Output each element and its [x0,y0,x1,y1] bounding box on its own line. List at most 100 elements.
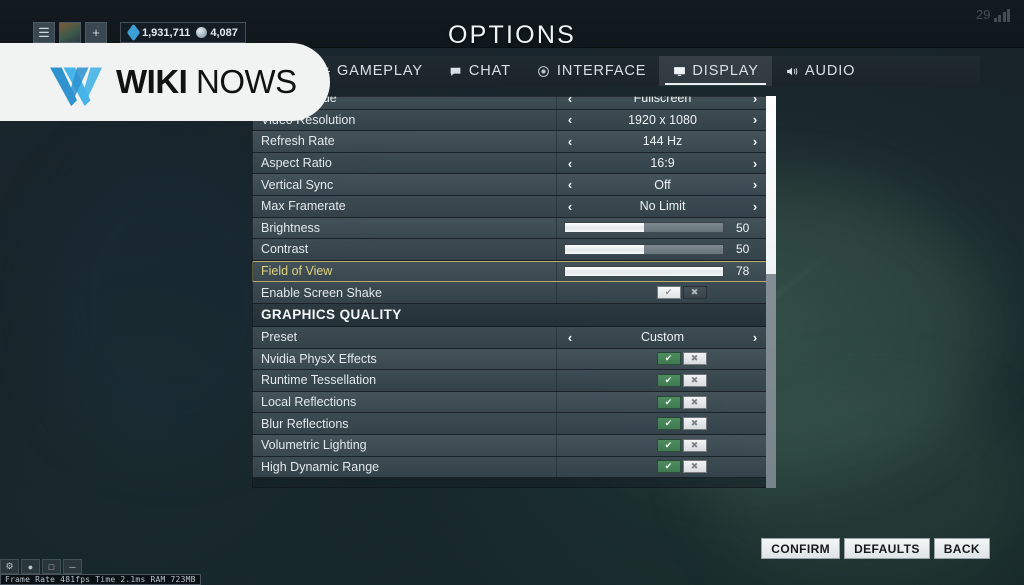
toggle-on-button[interactable]: ✔ [656,286,681,300]
tab-chat[interactable]: CHAT [436,56,524,86]
toggle-off-button[interactable]: ✖ [682,460,707,474]
minus-icon[interactable]: ─ [63,559,82,574]
scrollbar-thumb[interactable] [766,96,776,274]
tab-label: GAMEPLAY [337,63,423,79]
tab-interface[interactable]: INTERFACE [524,56,659,86]
back-button[interactable]: BACK [933,538,990,559]
slider-control: 50 [557,239,768,260]
setting-row[interactable]: Field of View 78 [252,260,768,283]
defaults-button[interactable]: DEFAULTS [844,538,930,559]
toggle-off-button[interactable]: ✖ [682,438,707,452]
chevron-right-icon[interactable]: › [742,96,768,109]
watermark-text: WIKI NOWS [116,63,297,101]
toggle-off-button[interactable]: ✖ [682,352,707,366]
toggle-on-button[interactable]: ✔ [656,395,681,409]
toggle-button-pair: ✔ ✖ [656,417,707,431]
chevron-left-icon[interactable]: ‹ [557,131,583,152]
setting-row[interactable]: Vertical Sync ‹ Off › [252,174,768,196]
setting-row[interactable]: Local Reflections ✔ ✖ [252,391,768,414]
chevron-left-icon[interactable]: ‹ [557,153,583,174]
setting-row[interactable]: Video Resolution ‹ 1920 x 1080 › [252,109,768,132]
debug-stats-text: Frame Rate 481fps Time 2.1ms RAM 723MB [0,574,201,585]
setting-label: Preset [261,330,298,345]
chevron-left-icon[interactable]: ‹ [557,327,583,348]
setting-row[interactable]: Runtime Tessellation ✔ ✖ [252,370,768,392]
setting-row[interactable]: Contrast 50 [252,239,768,261]
setting-row[interactable]: Brightness 50 [252,217,768,240]
setting-value: 1920 x 1080 [628,112,697,127]
toggle-on-button[interactable]: ✔ [656,460,681,474]
stepper-control: ‹ Fullscreen › [557,96,768,109]
toggle-off-button[interactable]: ✖ [682,286,707,300]
setting-row[interactable]: Nvidia PhysX Effects ✔ ✖ [252,348,768,371]
top-bar: ☰ + 1,931,711 4,087 OPTIONS 29 [0,0,1024,49]
setting-row[interactable]: Enable Screen Shake ✔ ✖ [252,282,768,304]
setting-control: 50 [556,239,768,260]
window-icon[interactable]: □ [42,559,61,574]
stepper-control: ‹ Off › [557,174,768,195]
setting-row[interactable]: Blur Reflections ✔ ✖ [252,413,768,435]
setting-row[interactable]: Refresh Rate ‹ 144 Hz › [252,131,768,153]
settings-section-header: GRAPHICS QUALITY [252,303,768,327]
game-options-screen: ☰ + 1,931,711 4,087 OPTIONS 29 GAMEPLAY … [0,0,1024,585]
setting-control: ‹ Fullscreen › [556,96,768,109]
toggle-on-button[interactable]: ✔ [656,417,681,431]
setting-label: Runtime Tessellation [261,373,377,388]
wiki-nows-watermark: WIKI NOWS [0,43,330,121]
chevron-right-icon[interactable]: › [742,174,768,195]
stepper-control: ‹ 144 Hz › [557,131,768,152]
stepper-control: ‹ 1920 x 1080 › [557,110,768,131]
stepper-control: ‹ Custom › [557,327,768,348]
stepper-control: ‹ No Limit › [557,196,768,217]
toggle-button-pair: ✔ ✖ [656,438,707,452]
toggle-off-button[interactable]: ✖ [682,373,707,387]
chevron-left-icon[interactable]: ‹ [557,96,583,109]
setting-row[interactable]: Volumetric Lighting ✔ ✖ [252,434,768,457]
slider-track[interactable] [564,222,724,234]
network-ping-indicator: 29 [976,7,1010,22]
toggle-control: ✔ ✖ [557,349,768,370]
monitor-icon [672,64,686,78]
toggle-on-button[interactable]: ✔ [656,373,681,387]
toggle-button-pair: ✔ ✖ [656,286,707,300]
tab-audio[interactable]: AUDIO [772,56,868,86]
setting-label: Aspect Ratio [261,156,332,171]
setting-value: Fullscreen [633,96,692,106]
person-icon[interactable]: ● [21,559,40,574]
setting-row[interactable]: Max Framerate ‹ No Limit › [252,195,768,218]
toggle-control: ✔ ✖ [557,457,768,478]
chevron-right-icon[interactable]: › [742,153,768,174]
settings-scrollbar[interactable] [766,96,776,488]
gear-icon[interactable]: ⚙ [0,559,19,574]
chevron-right-icon[interactable]: › [742,196,768,217]
chevron-left-icon[interactable]: ‹ [557,110,583,131]
toggle-off-button[interactable]: ✖ [682,417,707,431]
setting-value: No Limit [639,199,686,214]
chevron-left-icon[interactable]: ‹ [557,196,583,217]
setting-row[interactable]: Preset ‹ Custom › [252,326,768,349]
slider-value: 50 [736,220,750,235]
settings-panel: Display Mode‹Fullscreen›Video Resolution… [252,96,772,488]
setting-value: Custom [640,330,685,345]
tab-label: DISPLAY [692,63,759,79]
setting-row[interactable]: High Dynamic Range ✔ ✖ [252,456,768,479]
setting-label: Enable Screen Shake [261,285,382,300]
slider-track[interactable] [564,243,724,255]
setting-value: Off [654,177,671,192]
toggle-on-button[interactable]: ✔ [656,352,681,366]
debug-icon-bar: ⚙ ● □ ─ [0,559,82,574]
toggle-off-button[interactable]: ✖ [682,395,707,409]
toggle-on-button[interactable]: ✔ [656,438,681,452]
chevron-left-icon[interactable]: ‹ [557,174,583,195]
chevron-right-icon[interactable]: › [742,110,768,131]
setting-row[interactable]: Display Mode‹Fullscreen› [252,96,768,110]
chevron-right-icon[interactable]: › [742,327,768,348]
slider-track[interactable] [564,265,724,277]
setting-row[interactable]: Aspect Ratio ‹ 16:9 › [252,152,768,175]
confirm-button[interactable]: CONFIRM [761,538,841,559]
signal-bars-icon [993,9,1010,22]
setting-control: 78 [556,260,768,282]
tab-display[interactable]: DISPLAY [659,56,772,86]
chevron-right-icon[interactable]: › [742,131,768,152]
speaker-icon [785,64,799,78]
